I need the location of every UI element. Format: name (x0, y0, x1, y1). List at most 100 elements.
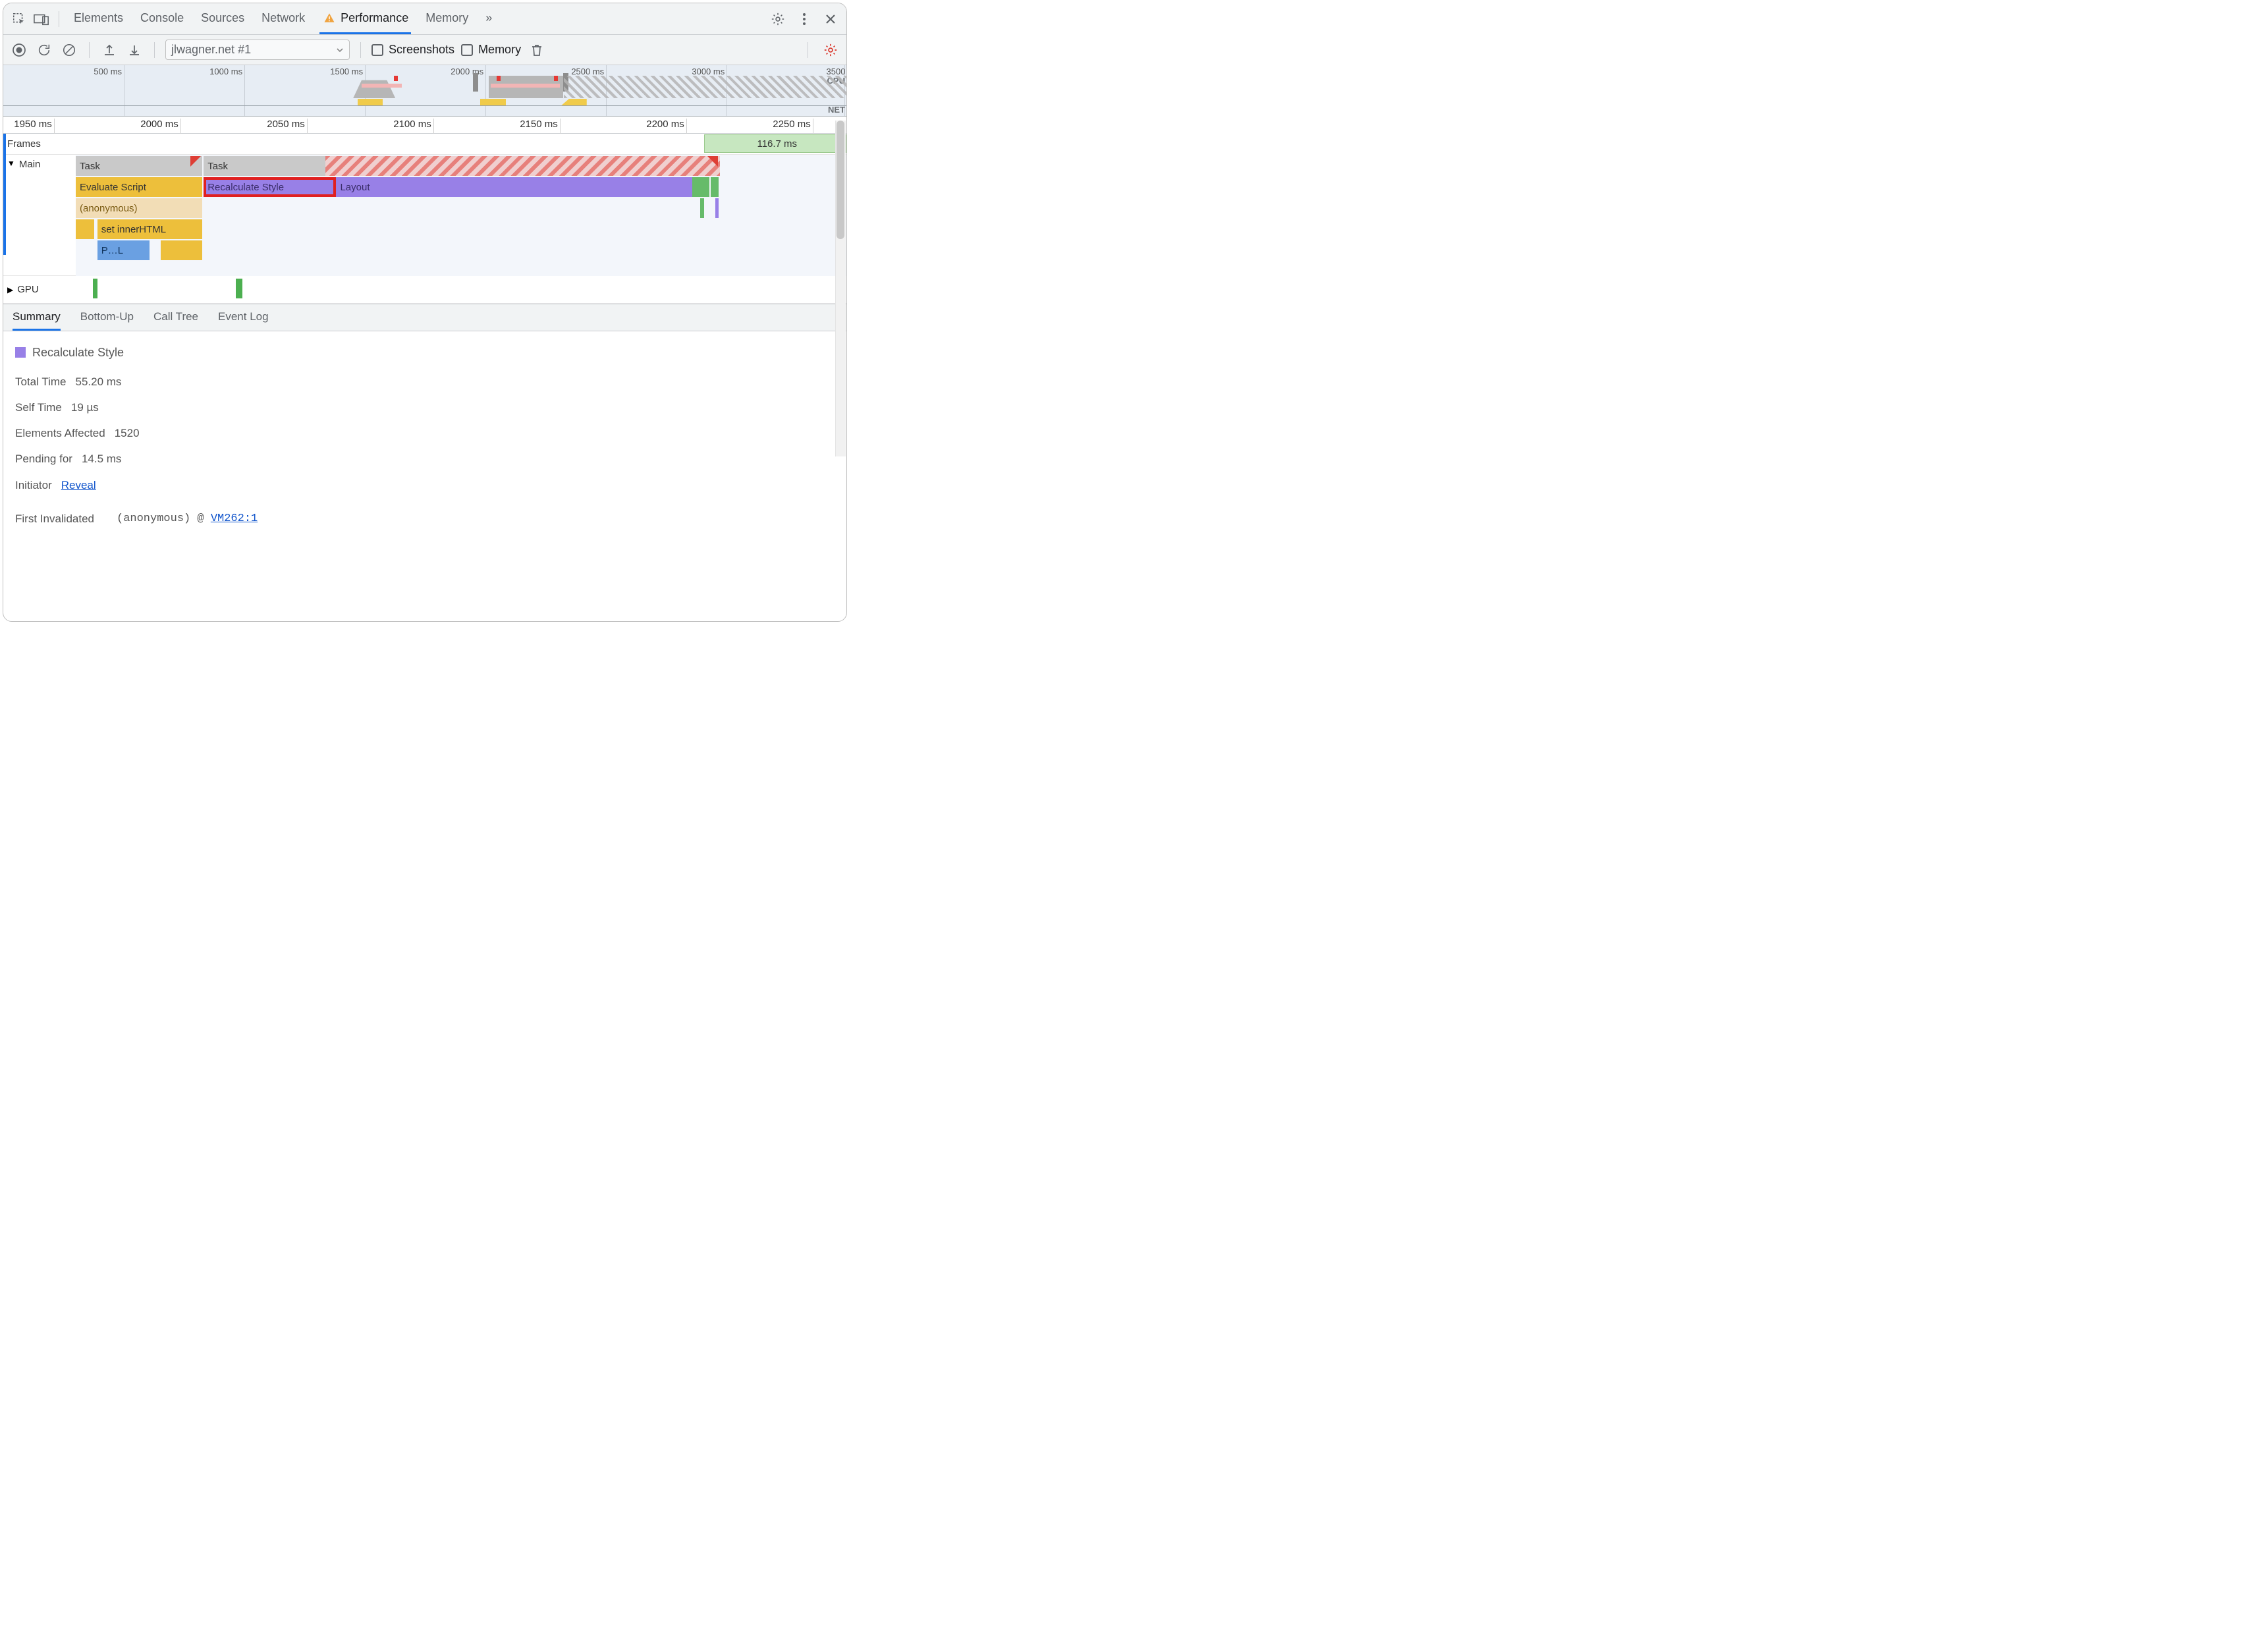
warning-icon (322, 11, 337, 25)
device-toolbar-icon[interactable] (32, 10, 51, 28)
close-icon[interactable] (821, 10, 840, 28)
checkbox-box (371, 44, 383, 56)
track-label-text: GPU (17, 284, 39, 295)
track-label-text: Frames (7, 138, 41, 150)
btab-label: Summary (13, 310, 61, 323)
clear-icon[interactable] (60, 41, 78, 59)
flame-label: Task (207, 161, 228, 172)
stack-source-link[interactable]: VM262:1 (211, 512, 258, 525)
memory-checkbox[interactable]: Memory (461, 43, 521, 57)
checkbox-label: Screenshots (389, 43, 454, 57)
flame-sliver[interactable] (715, 198, 719, 218)
checkbox-box (461, 44, 473, 56)
track-body-frames[interactable]: 116.7 ms (76, 134, 846, 154)
tab-label: » (485, 11, 492, 25)
kv-elements-affected: Elements Affected 1520 (15, 424, 835, 442)
reveal-link[interactable]: Reveal (61, 476, 96, 494)
perf-toolbar: jlwagner.net #1 Screenshots Memory (3, 35, 846, 65)
flame-recalculate-style[interactable]: Recalculate Style (204, 177, 336, 197)
flame-task[interactable]: Task (76, 156, 202, 176)
flame-composite[interactable] (711, 177, 719, 197)
gpu-bar[interactable] (236, 279, 242, 298)
btab-call-tree[interactable]: Call Tree (153, 304, 198, 331)
scroll-thumb[interactable] (837, 121, 844, 239)
ov-tick-label: 3500 (808, 67, 845, 76)
profile-select[interactable]: jlwagner.net #1 (165, 40, 350, 60)
kebab-menu-icon[interactable] (795, 10, 813, 28)
btab-summary[interactable]: Summary (13, 304, 61, 331)
track-label-gpu[interactable]: ▶ GPU (3, 276, 76, 303)
btab-bottom-up[interactable]: Bottom-Up (80, 304, 134, 331)
flame-task[interactable]: Task (204, 156, 325, 176)
tab-network[interactable]: Network (259, 3, 308, 34)
first-invalidated-row: First Invalidated (anonymous) @ VM262:1 (15, 510, 835, 528)
tab-label: Memory (425, 11, 468, 25)
inspect-icon[interactable] (10, 10, 28, 28)
track-label-frames[interactable]: Frames (3, 134, 76, 154)
tab-label: Performance (341, 11, 408, 25)
tab-label: Sources (201, 11, 244, 25)
download-icon[interactable] (125, 41, 144, 59)
kv-key: Initiator (15, 476, 52, 494)
flame-sliver[interactable] (700, 198, 704, 218)
btab-event-log[interactable]: Event Log (218, 304, 269, 331)
flame-label: (anonymous) (80, 203, 138, 214)
record-icon[interactable] (10, 41, 28, 59)
overview-strip[interactable]: 500 ms 1000 ms 1500 ms 2000 ms 2500 ms 3… (3, 65, 846, 117)
track-body-gpu[interactable] (76, 276, 846, 303)
btab-label: Event Log (218, 310, 269, 323)
settings-icon[interactable] (769, 10, 787, 28)
separator (360, 42, 361, 58)
tab-performance[interactable]: Performance (319, 3, 411, 34)
flame-set-innerhtml[interactable]: set innerHTML (97, 219, 202, 239)
tab-label: Console (140, 11, 184, 25)
flame-paint[interactable] (692, 177, 709, 197)
tab-memory[interactable]: Memory (423, 3, 471, 34)
kv-key: Self Time (15, 399, 62, 416)
frame-bar[interactable]: 116.7 ms (704, 134, 846, 153)
longtask-triangle-icon (190, 156, 201, 167)
track-label-text: Main (19, 159, 41, 170)
separator (89, 42, 90, 58)
flame-label: Evaluate Script (80, 182, 146, 193)
kv-value: 19 µs (71, 399, 99, 416)
gpu-bar[interactable] (93, 279, 97, 298)
tab-console[interactable]: Console (138, 3, 186, 34)
ov-tick-label: 2500 ms (567, 67, 604, 76)
flame-label: P…L (101, 245, 123, 256)
first-invalidated-label: First Invalidated (15, 510, 94, 528)
track-body-main[interactable]: Task Task Evaluate Script Recalculate St… (76, 155, 846, 276)
flame-parsehtml[interactable]: P…L (97, 240, 150, 260)
overview-handle[interactable] (473, 73, 478, 92)
frame-duration: 116.7 ms (757, 138, 797, 150)
vertical-scrollbar[interactable] (835, 121, 846, 456)
ruler-tick: 2150 ms (514, 119, 558, 130)
screenshots-checkbox[interactable]: Screenshots (371, 43, 454, 57)
reload-icon[interactable] (35, 41, 53, 59)
panel-tabs: Elements Console Sources Network Perform… (71, 3, 495, 34)
tab-elements[interactable]: Elements (71, 3, 126, 34)
devtools-tabs-bar: Elements Console Sources Network Perform… (3, 3, 846, 35)
longtask-triangle-icon (707, 156, 718, 167)
kv-value: 55.20 ms (75, 373, 121, 391)
perf-settings-icon[interactable] (821, 41, 840, 59)
kv-key: Pending for (15, 450, 72, 468)
trash-icon[interactable] (528, 41, 546, 59)
checkbox-label: Memory (478, 43, 521, 57)
btab-label: Bottom-Up (80, 310, 134, 323)
flame-sliver[interactable] (161, 240, 202, 260)
color-swatch (15, 347, 26, 358)
track-gpu: ▶ GPU (3, 276, 846, 304)
kv-pending-for: Pending for 14.5 ms (15, 450, 835, 468)
devtools-window: Elements Console Sources Network Perform… (3, 3, 847, 622)
flame-evaluate-script[interactable]: Evaluate Script (76, 177, 202, 197)
track-label-main[interactable]: ▼ Main (3, 155, 76, 275)
tabs-overflow[interactable]: » (483, 3, 495, 34)
upload-icon[interactable] (100, 41, 119, 59)
flame-sliver[interactable] (76, 219, 94, 239)
separator (154, 42, 155, 58)
flame-anonymous[interactable]: (anonymous) (76, 198, 202, 218)
flame-layout[interactable]: Layout (336, 177, 692, 197)
timeline-ruler[interactable]: 1950 ms 2000 ms 2050 ms 2100 ms 2150 ms … (3, 117, 846, 134)
tab-sources[interactable]: Sources (198, 3, 247, 34)
